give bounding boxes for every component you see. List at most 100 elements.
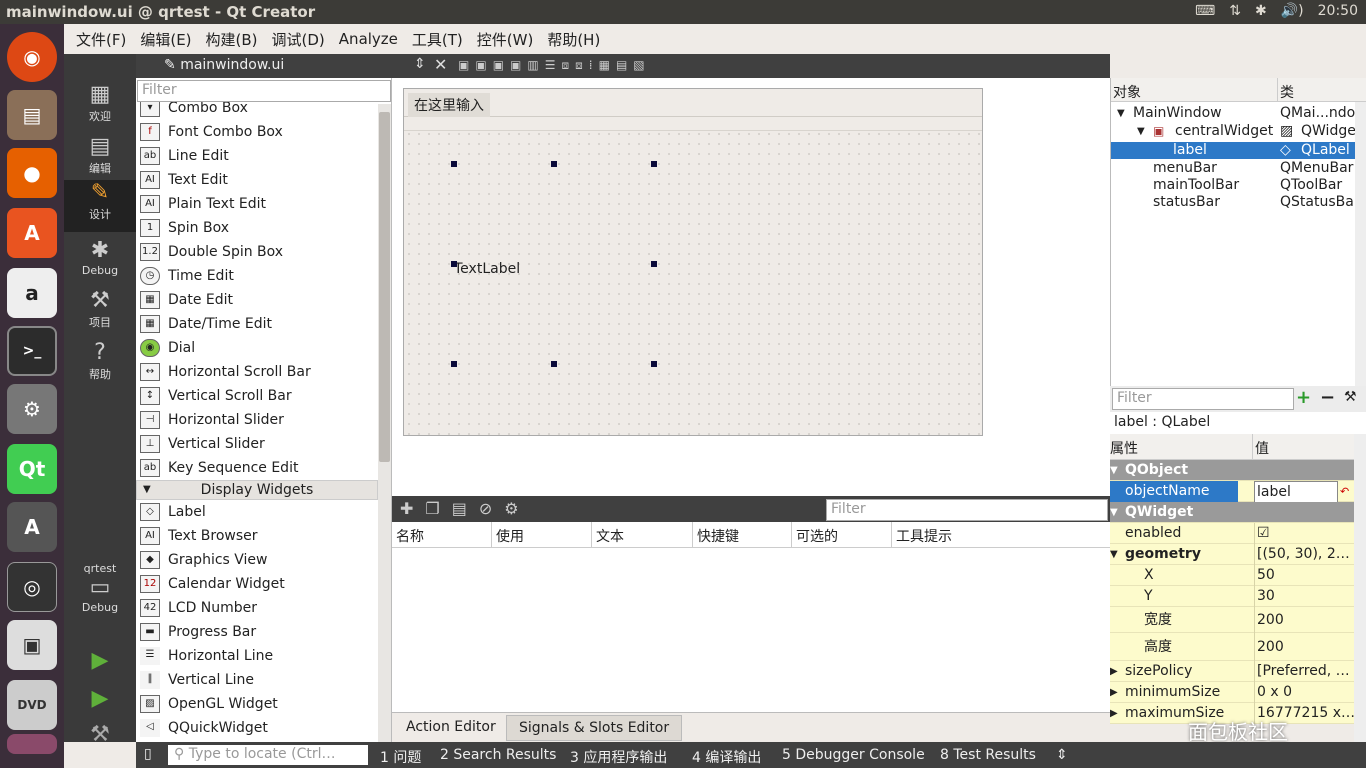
prop-value[interactable]: [(50, 30), 2…	[1254, 544, 1354, 565]
debug-run-button[interactable]: ▶	[64, 686, 136, 716]
pane-test-results[interactable]: 8 Test Results	[940, 747, 1036, 763]
resize-handle[interactable]	[651, 261, 657, 267]
tree-row-mainwindow[interactable]: ▼ MainWindow QMai...ndow	[1111, 105, 1366, 122]
terminal-icon[interactable]: >_	[7, 326, 57, 376]
clock[interactable]: 20:50	[1318, 3, 1358, 19]
build-button[interactable]: ⚒	[64, 722, 136, 747]
layout-hsplitter-icon[interactable]: ⧈	[561, 58, 569, 73]
prop-value[interactable]: 200	[1254, 607, 1354, 633]
kit-selector[interactable]: qrtest ▭ Debug	[64, 562, 136, 630]
property-filter-input[interactable]: Filter	[1112, 388, 1294, 410]
text-label-widget[interactable]: TextLabel	[454, 261, 520, 277]
property-scrollbar[interactable]	[1354, 434, 1366, 742]
header-value[interactable]: 值	[1252, 434, 1271, 460]
tree-row-label[interactable]: label ◇ QLabel	[1111, 142, 1355, 159]
resize-handle[interactable]	[651, 361, 657, 367]
edit-signals-icon[interactable]: ▣	[475, 58, 486, 73]
tab-signals-slots[interactable]: Signals & Slots Editor	[506, 715, 683, 741]
header-class[interactable]: 类	[1277, 78, 1296, 102]
column-text[interactable]: 文本	[592, 522, 693, 548]
mode-welcome[interactable]: ▦ 欢迎	[64, 82, 136, 134]
widget-list-scrollbar[interactable]	[378, 104, 391, 742]
prop-value[interactable]: [Preferred, …	[1254, 661, 1354, 682]
widget-line-edit[interactable]: ab Line Edit	[140, 144, 229, 168]
pane-search-results[interactable]: 2 Search Results	[440, 747, 556, 763]
mode-edit[interactable]: ▤ 编辑	[64, 134, 136, 186]
prop-y[interactable]: Y 30	[1110, 586, 1354, 607]
layout-grid-icon[interactable]: ▦	[599, 58, 610, 73]
column-name[interactable]: 名称	[392, 522, 492, 548]
tab-action-editor[interactable]: Action Editor	[394, 715, 508, 741]
trash-icon[interactable]	[7, 734, 57, 754]
widget-calendar[interactable]: 12 Calendar Widget	[140, 572, 285, 596]
inspector-scrollbar[interactable]	[1355, 102, 1366, 386]
menu-tools[interactable]: 工具(T)	[412, 29, 463, 50]
pane-app-output[interactable]: 3 应用程序输出	[570, 747, 667, 767]
pane-debugger-console[interactable]: 5 Debugger Console	[782, 747, 925, 763]
prop-objectname[interactable]: objectName label ↶	[1110, 481, 1354, 504]
prop-group-qwidget[interactable]: ▼ QWidget	[1110, 502, 1354, 523]
menu-controls[interactable]: 控件(W)	[477, 29, 534, 50]
paste-action-icon[interactable]: ▤	[452, 499, 467, 518]
configure-wrench-icon[interactable]: ⚒	[1344, 389, 1357, 405]
network-icon[interactable]: ⇅	[1229, 3, 1241, 19]
configure-icon[interactable]: ⚙	[504, 499, 518, 518]
edit-buddies-icon[interactable]: ▣	[493, 58, 504, 73]
widget-opengl[interactable]: ▨ OpenGL Widget	[140, 692, 278, 716]
prop-x[interactable]: X 50	[1110, 565, 1354, 586]
widget-date-edit[interactable]: ▦ Date Edit	[140, 288, 233, 312]
edit-widgets-icon[interactable]: ▣	[458, 58, 469, 73]
menu-build[interactable]: 构建(B)	[206, 29, 258, 50]
header-property[interactable]: 属性	[1110, 438, 1138, 458]
widget-hslider[interactable]: ⊣ Horizontal Slider	[140, 408, 284, 432]
resize-handle[interactable]	[451, 361, 457, 367]
close-icon[interactable]: ✕	[434, 55, 447, 74]
widget-qquickwidget[interactable]: ◁ QQuickWidget	[140, 716, 268, 740]
column-used[interactable]: 使用	[492, 522, 592, 548]
locator-input[interactable]: ⚲ Type to locate (Ctrl…	[168, 745, 368, 765]
widget-graphics-view[interactable]: ◆ Graphics View	[140, 548, 268, 572]
tree-row-statusbar[interactable]: statusBar QStatusBar	[1111, 194, 1360, 211]
action-filter-input[interactable]: Filter	[826, 499, 1108, 521]
widget-combo-box[interactable]: ▾ Combo Box	[140, 102, 248, 120]
widget-label-item[interactable]: ◇ Label	[140, 500, 206, 524]
column-shortcut[interactable]: 快捷键	[693, 522, 792, 548]
menu-file[interactable]: 文件(F)	[76, 29, 126, 50]
prop-value[interactable]: 30	[1254, 586, 1354, 607]
tree-row-centralwidget[interactable]: ▼ ▣ centralWidget ▨ QWidget	[1111, 123, 1361, 140]
mode-help[interactable]: ? 帮助	[64, 340, 136, 392]
widget-time-edit[interactable]: ◷ Time Edit	[140, 264, 234, 288]
widget-lcd-number[interactable]: 42 LCD Number	[140, 596, 257, 620]
delete-action-icon[interactable]: ⊘	[479, 499, 492, 518]
widget-vline[interactable]: ‖ Vertical Line	[140, 668, 254, 692]
layout-vsplitter-icon[interactable]: ⧈	[575, 58, 583, 73]
header-object[interactable]: 对象	[1113, 82, 1141, 102]
layout-form-icon[interactable]: ⁞	[589, 58, 593, 73]
firefox-icon[interactable]: ●	[7, 148, 57, 198]
widget-hscrollbar[interactable]: ↔ Horizontal Scroll Bar	[140, 360, 311, 384]
widget-spin-box[interactable]: 1 Spin Box	[140, 216, 229, 240]
prop-value[interactable]: 50	[1254, 565, 1354, 586]
software-center-icon[interactable]: A	[7, 208, 57, 258]
resize-handle[interactable]	[651, 161, 657, 167]
menu-debug[interactable]: 调试(D)	[272, 29, 325, 50]
prop-enabled[interactable]: enabled ☑	[1110, 523, 1354, 544]
widget-key-sequence-edit[interactable]: ab Key Sequence Edit	[140, 456, 298, 480]
widget-plain-text-edit[interactable]: AI Plain Text Edit	[140, 192, 266, 216]
mode-debug[interactable]: ✱ Debug	[64, 238, 136, 290]
tree-row-menubar[interactable]: menuBar QMenuBar	[1111, 160, 1355, 177]
tree-row-maintoolbar[interactable]: mainToolBar QToolBar	[1111, 177, 1355, 194]
editor-tab[interactable]: ✎ mainwindow.ui	[136, 54, 392, 78]
prop-group-qobject[interactable]: ▼ QObject	[1110, 460, 1354, 481]
type-here-menu-item[interactable]: 在这里输入	[408, 93, 490, 117]
widget-progress-bar[interactable]: ▬ Progress Bar	[140, 620, 256, 644]
widget-vslider[interactable]: ⊥ Vertical Slider	[140, 432, 265, 456]
menu-help[interactable]: 帮助(H)	[547, 29, 600, 50]
reset-icon[interactable]: ↶	[1340, 481, 1349, 502]
mode-projects[interactable]: ⚒ 项目	[64, 288, 136, 340]
resize-handle[interactable]	[551, 161, 557, 167]
scroll-thumb[interactable]	[379, 112, 390, 462]
object-name-field[interactable]: label	[1254, 481, 1338, 504]
pane-issues[interactable]: 1 问题	[380, 747, 421, 767]
menu-analyze[interactable]: Analyze	[339, 30, 398, 48]
